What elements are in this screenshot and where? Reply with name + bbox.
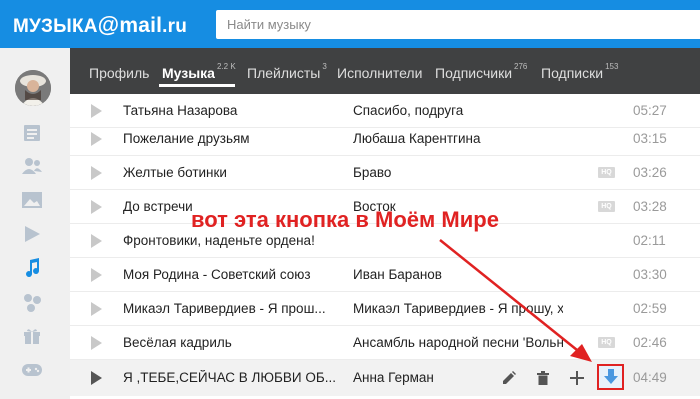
edit-icon[interactable] — [500, 369, 518, 387]
search-input[interactable] — [216, 10, 700, 39]
tab-followers[interactable]: Подписчики 276 — [435, 62, 528, 81]
gifts-icon[interactable] — [22, 326, 42, 346]
track-duration: 05:27 — [633, 103, 667, 118]
active-tab-indicator — [159, 84, 235, 87]
hq-badge: HQ — [598, 167, 615, 178]
track-duration: 02:46 — [633, 335, 667, 350]
add-icon[interactable] — [568, 369, 586, 387]
track-artist[interactable]: Любаша Карент­гина — [353, 131, 563, 146]
tab-subscriptions-count: 153 — [605, 62, 619, 71]
download-icon — [603, 369, 618, 384]
track-duration: 03:28 — [633, 199, 667, 214]
play-icon[interactable] — [91, 132, 102, 146]
download-button[interactable] — [597, 364, 624, 390]
play-icon[interactable] — [91, 200, 102, 214]
hq-badge: HQ — [598, 337, 615, 348]
play-icon[interactable] — [91, 166, 102, 180]
play-icon[interactable] — [91, 104, 102, 118]
site-logo[interactable]: МУЗЫКА@mail.ru — [13, 12, 187, 38]
track-row-hovered[interactable]: Я ,ТЕБЕ,СЕЙЧАС В ЛЮБВИ ОБ... Анна Герман… — [70, 360, 700, 396]
track-row[interactable]: Весёлая кадриль Ансамбль народной песни … — [70, 326, 700, 360]
music-icon[interactable] — [22, 258, 42, 278]
friends-icon[interactable] — [22, 156, 42, 176]
feed-icon[interactable] — [22, 123, 42, 143]
track-title: Я ,ТЕБЕ,СЕЙЧАС В ЛЮБВИ ОБ... — [123, 370, 336, 385]
play-icon[interactable] — [91, 302, 102, 316]
play-icon[interactable] — [91, 268, 102, 282]
groups-icon[interactable] — [22, 292, 42, 312]
left-sidebar — [0, 48, 70, 399]
play-icon[interactable] — [91, 336, 102, 350]
tab-profile[interactable]: Профиль — [89, 65, 149, 81]
video-icon[interactable] — [22, 224, 42, 244]
track-duration: 04:49 — [633, 370, 667, 385]
delete-icon[interactable] — [534, 369, 552, 387]
track-title: Моя Родина - Советский союз — [123, 267, 311, 282]
play-icon[interactable] — [91, 234, 102, 248]
track-duration: 03:26 — [633, 165, 667, 180]
track-duration: 02:11 — [633, 233, 666, 248]
track-row[interactable]: Пожелание друзьям Любаша Карент­гина 03:… — [70, 122, 700, 156]
track-artist[interactable]: Иван Баранов — [353, 267, 563, 282]
track-duration: 03:30 — [633, 267, 667, 282]
track-title: Желтые ботинки — [123, 165, 227, 180]
games-icon[interactable] — [22, 360, 42, 380]
track-list: Татьяна Назарова Спасибо, подруга 05:27 … — [70, 94, 700, 399]
tab-playlists[interactable]: Плейлисты 3 — [247, 62, 327, 81]
track-duration: 03:15 — [633, 131, 667, 146]
hq-badge: HQ — [598, 201, 615, 212]
play-icon[interactable] — [91, 371, 102, 385]
track-row[interactable]: Желтые ботинки Браво HQ 03:26 — [70, 156, 700, 190]
tab-music-count: 2.2 K — [216, 62, 236, 71]
track-artist[interactable]: Ансамбль народной песни 'Вольн... — [353, 335, 563, 350]
track-artist[interactable]: Анна Герман — [353, 370, 563, 385]
profile-tabs: Профиль Музыка 2.2 K Плейлисты 3 Исполните… — [70, 48, 700, 94]
top-header: МУЗЫКА@mail.ru — [0, 0, 700, 48]
track-artist[interactable]: Спасибо, подруга — [353, 103, 563, 118]
track-title: Микаэл Таривердиев - Я прош... — [123, 301, 326, 316]
tab-music[interactable]: Музыка 2.2 K — [162, 62, 236, 81]
tab-playlists-count: 3 — [322, 62, 327, 71]
track-title: Татьяна Назарова — [123, 103, 238, 118]
avatar[interactable] — [15, 70, 51, 106]
tab-subscriptions[interactable]: Подписки 153 — [541, 62, 619, 81]
track-row[interactable]: Микаэл Таривердиев - Я прош... Микаэл Та… — [70, 292, 700, 326]
track-artist[interactable]: Микаэл Таривердиев - Я прошу, хо... — [353, 301, 563, 316]
search-box[interactable] — [216, 10, 700, 39]
track-duration: 02:59 — [633, 301, 667, 316]
annotation-text: вот эта кнопка в Моём Мире — [191, 207, 499, 232]
track-row[interactable]: Моя Родина - Советский союз Иван Баранов… — [70, 258, 700, 292]
track-artist[interactable]: Браво — [353, 165, 563, 180]
track-title: Весёлая кадриль — [123, 335, 232, 350]
track-title: Пожелание друзьям — [123, 131, 250, 146]
tab-artists[interactable]: Исполнители — [337, 65, 422, 81]
track-title: Фронтовики, наденьте ордена! — [123, 233, 315, 248]
photos-icon[interactable] — [22, 190, 42, 210]
tab-followers-count: 276 — [514, 62, 528, 71]
